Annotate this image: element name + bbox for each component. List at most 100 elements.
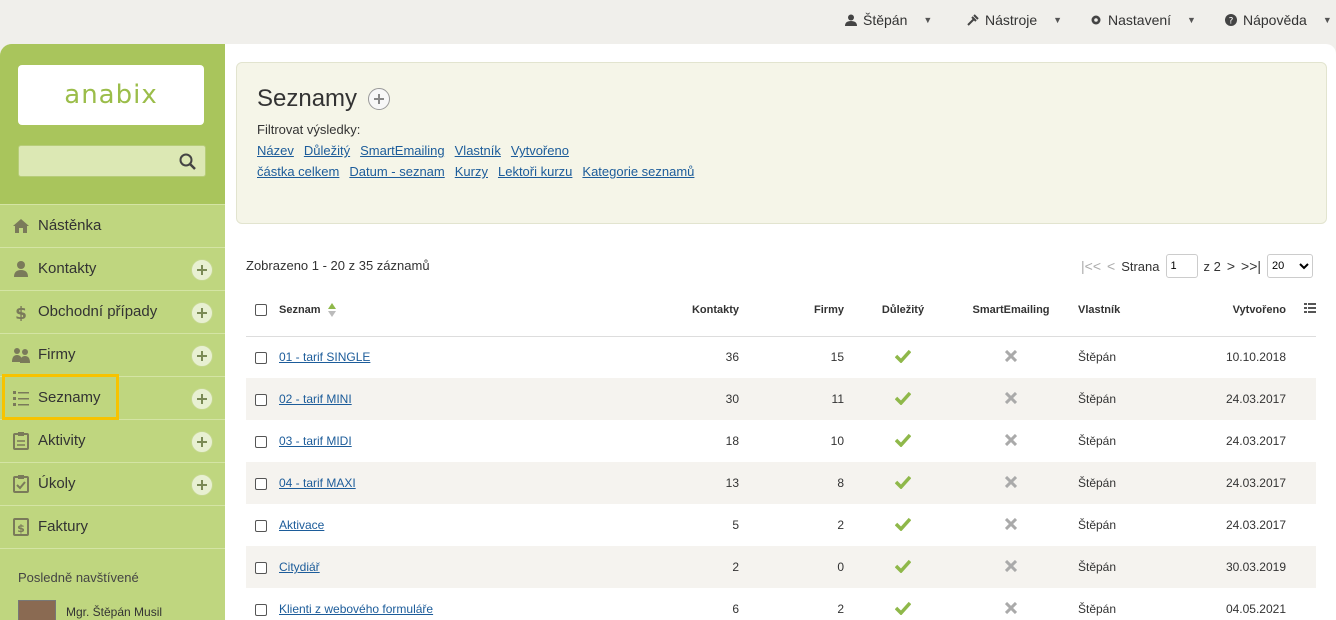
- checkmark-icon: [894, 559, 912, 574]
- add-list-button[interactable]: [191, 388, 213, 410]
- table-row: 03 - tarif MIDI 18 10 Štěpán 24.03.2017: [246, 420, 1316, 462]
- svg-text:$: $: [17, 522, 25, 535]
- table-row: 02 - tarif MINI 30 11 Štěpán 24.03.2017: [246, 378, 1316, 420]
- dollar-icon: $: [15, 304, 27, 321]
- companies-count: 8: [739, 462, 844, 504]
- user-menu[interactable]: Štěpán ▼: [845, 12, 932, 28]
- filter-link-lektori-kurzu[interactable]: Lektoři kurzu: [498, 164, 572, 179]
- add-contact-button[interactable]: [191, 259, 213, 281]
- sidebar-item-seznamy[interactable]: Seznamy: [0, 376, 225, 419]
- sidebar-item-aktivity[interactable]: Aktivity: [0, 419, 225, 462]
- column-header-vytvoreno[interactable]: Vytvořeno: [1180, 284, 1286, 337]
- user-menu-label: Štěpán: [863, 12, 908, 28]
- filter-panel: Seznamy Filtrovat výsledky: Název Důleži…: [236, 62, 1327, 224]
- row-checkbox[interactable]: [255, 477, 267, 490]
- filter-link-castka-celkem[interactable]: částka celkem: [257, 164, 339, 179]
- table-header-row: Seznam Kontakty Firmy Důležitý SmartEmai…: [246, 284, 1316, 337]
- per-page-select[interactable]: 20: [1267, 254, 1314, 278]
- sort-icon: [327, 302, 336, 317]
- filter-link-dulezity[interactable]: Důležitý: [304, 143, 350, 158]
- row-checkbox[interactable]: [255, 603, 267, 616]
- filter-link-kurzy[interactable]: Kurzy: [455, 164, 488, 179]
- row-checkbox[interactable]: [255, 561, 267, 574]
- created-date: 30.03.2019: [1180, 546, 1286, 588]
- sidebar-item-faktury[interactable]: $ Faktury: [0, 505, 225, 548]
- filter-links-row-1: Název Důležitý SmartEmailing Vlastník Vy…: [257, 143, 569, 158]
- row-checkbox[interactable]: [255, 519, 267, 532]
- companies-count: 10: [830, 434, 844, 448]
- add-company-button[interactable]: [191, 345, 213, 367]
- sidebar-item-kontakty[interactable]: Kontakty: [0, 247, 225, 290]
- list-name-link[interactable]: 01 - tarif SINGLE: [279, 350, 370, 364]
- sidebar-item-nastenka[interactable]: Nástěnka: [0, 204, 225, 247]
- add-deal-button[interactable]: [191, 302, 213, 324]
- select-all-checkbox[interactable]: [255, 303, 267, 316]
- search-input[interactable]: [25, 152, 175, 172]
- columns-settings-icon[interactable]: [1286, 284, 1316, 337]
- column-header-firmy[interactable]: Firmy: [739, 284, 844, 337]
- filter-link-vytvoreno[interactable]: Vytvořeno: [511, 143, 569, 158]
- logo[interactable]: anabix: [18, 65, 204, 125]
- last-page-icon[interactable]: >>|: [1241, 258, 1261, 274]
- sidebar-item-label: Aktivity: [38, 432, 86, 449]
- sidebar-item-firmy[interactable]: Firmy: [0, 333, 225, 376]
- filter-link-vlastnik[interactable]: Vlastník: [455, 143, 501, 158]
- list-name-link[interactable]: 03 - tarif MIDI: [279, 434, 352, 448]
- add-task-button[interactable]: [191, 474, 213, 496]
- sidebar-item-obchodni-pripady[interactable]: $ Obchodní případy: [0, 290, 225, 333]
- logo-text: anabix: [64, 80, 158, 110]
- column-header-kontakty[interactable]: Kontakty: [639, 284, 739, 337]
- column-header-seznam[interactable]: Seznam: [279, 284, 639, 337]
- row-checkbox[interactable]: [255, 393, 267, 406]
- list-name-link[interactable]: Klienti z webového formuláře: [279, 602, 433, 616]
- list-name-link[interactable]: 04 - tarif MAXI: [279, 476, 356, 490]
- column-header-dulezity[interactable]: Důležitý: [844, 284, 962, 337]
- filter-link-kategorie-seznamu[interactable]: Kategorie seznamů: [582, 164, 694, 179]
- add-activity-button[interactable]: [191, 431, 213, 453]
- sidebar-header: anabix: [0, 44, 225, 204]
- created-date: 24.03.2017: [1180, 378, 1286, 420]
- page-input[interactable]: [1165, 254, 1198, 278]
- created-date: 24.03.2017: [1180, 462, 1286, 504]
- list-name-link[interactable]: Aktivace: [279, 518, 324, 532]
- help-menu[interactable]: ? Nápověda ▼: [1225, 12, 1332, 28]
- search-icon[interactable]: [179, 153, 197, 171]
- sidebar-divider: [0, 548, 225, 549]
- checkmark-icon: [894, 391, 912, 406]
- row-checkbox[interactable]: [255, 352, 267, 365]
- main-content: Seznamy Filtrovat výsledky: Název Důleži…: [225, 44, 1336, 620]
- row-checkbox[interactable]: [255, 435, 267, 448]
- companies-count: 11: [739, 378, 844, 420]
- sidebar-item-ukoly[interactable]: Úkoly: [0, 462, 225, 505]
- column-header-smartemailing[interactable]: SmartEmailing: [962, 284, 1060, 337]
- settings-menu[interactable]: Nastavení ▼: [1090, 12, 1196, 28]
- prev-page-icon[interactable]: <: [1107, 258, 1115, 274]
- checkmark-icon: [894, 475, 912, 490]
- list-name-link[interactable]: 02 - tarif MINI: [279, 392, 352, 406]
- pagination: |<< < Strana z 2 > >>| 20: [1081, 254, 1314, 278]
- list-icon: [13, 391, 29, 406]
- list-name-link[interactable]: Citydiář: [279, 560, 320, 574]
- chevron-down-icon: ▼: [923, 15, 933, 25]
- help-icon: ?: [1225, 14, 1237, 26]
- checkmark-icon: [894, 601, 912, 616]
- cross-icon: [1004, 433, 1018, 446]
- owner-cell: Štěpán: [1060, 378, 1180, 420]
- contacts-count: 18: [725, 434, 739, 448]
- recent-item[interactable]: Mgr. Štěpán Musil: [18, 600, 162, 620]
- companies-count: 0: [739, 546, 844, 588]
- contacts-count: 36: [725, 350, 739, 365]
- tools-menu[interactable]: Nástroje ▼: [967, 12, 1062, 28]
- contacts-count: 13: [639, 462, 739, 504]
- add-list-title-button[interactable]: [368, 88, 390, 110]
- filter-link-smartemailing[interactable]: SmartEmailing: [360, 143, 445, 158]
- filter-link-datum-seznam[interactable]: Datum - seznam: [349, 164, 444, 179]
- owner-cell: Štěpán: [1078, 518, 1117, 532]
- first-page-icon[interactable]: |<<: [1081, 258, 1101, 274]
- avatar: [18, 600, 56, 620]
- next-page-icon[interactable]: >: [1227, 258, 1235, 274]
- cross-icon: [1004, 475, 1018, 488]
- filter-link-nazev[interactable]: Název: [257, 143, 294, 158]
- column-header-vlastnik[interactable]: Vlastník: [1060, 284, 1180, 337]
- owner-cell: Štěpán: [1078, 350, 1117, 365]
